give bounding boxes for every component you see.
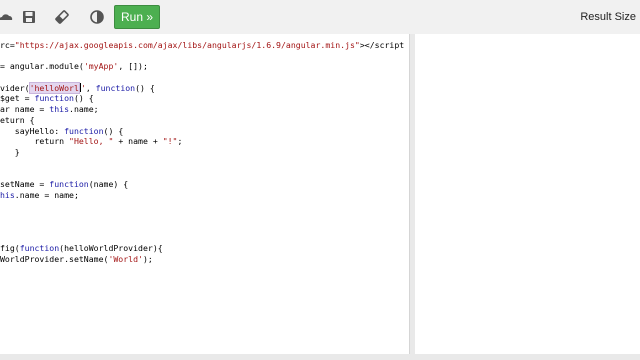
code-token: () { xyxy=(103,125,124,136)
code-line[interactable] xyxy=(0,51,404,62)
code-token: ); xyxy=(142,253,153,264)
code-token: (helloWorldProvider){ xyxy=(59,243,163,254)
eraser-icon[interactable] xyxy=(54,9,70,25)
code-token: return xyxy=(0,136,70,147)
code-token: 'myApp' xyxy=(83,61,119,72)
code-token: "!" xyxy=(162,136,178,147)
code-token: eturn { xyxy=(0,114,35,125)
code-line[interactable]: return "Hello, " + name + "!"; xyxy=(0,136,404,147)
code-token: () { xyxy=(73,93,94,104)
code-line[interactable]: WorldProvider.setName('World'); xyxy=(0,254,404,265)
code-token: .name; xyxy=(69,104,99,115)
code-token: fig( xyxy=(0,243,20,254)
code-editor[interactable]: rc="https://ajax.googleapis.com/ajax/lib… xyxy=(0,34,410,354)
code-line[interactable]: fig(function(helloWorldProvider){ xyxy=(0,243,404,254)
code-token: "https://ajax.googleapis.com/ajax/libs/a… xyxy=(14,40,360,50)
code-line[interactable]: setName = function(name) { xyxy=(0,179,404,190)
code-token: sayHello: xyxy=(0,125,65,136)
code-token: = angular.module( xyxy=(0,61,84,72)
code-token: $get = xyxy=(0,93,35,104)
code-token: setName = xyxy=(0,178,50,189)
code-token: () { xyxy=(135,82,155,93)
code-token: , xyxy=(85,82,96,93)
code-line[interactable] xyxy=(0,72,404,83)
code-line[interactable]: } xyxy=(0,147,404,158)
code-line[interactable]: eturn { xyxy=(0,115,404,126)
code-content[interactable]: rc="https://ajax.googleapis.com/ajax/lib… xyxy=(0,40,404,264)
code-line[interactable] xyxy=(0,211,404,222)
code-line[interactable] xyxy=(0,158,404,169)
code-line[interactable] xyxy=(0,168,404,179)
code-token: (name) { xyxy=(88,178,129,189)
code-token: "Hello, " xyxy=(69,136,114,147)
code-token: WorldProvider.setName( xyxy=(0,253,109,264)
code-line[interactable]: rc="https://ajax.googleapis.com/ajax/lib… xyxy=(0,40,404,51)
code-token: rc= xyxy=(0,40,15,50)
code-token: function xyxy=(95,82,136,93)
code-token: ; xyxy=(177,136,183,147)
code-line[interactable]: vider('helloWorl ', function() { xyxy=(0,81,404,94)
code-token: vider( xyxy=(0,82,30,93)
code-token: this xyxy=(49,104,70,115)
code-token: ar name = xyxy=(0,104,50,115)
code-token: function xyxy=(49,178,89,189)
code-line[interactable] xyxy=(0,222,404,233)
code-line[interactable]: ar name = this.name; xyxy=(0,104,404,115)
code-line[interactable]: sayHello: function() { xyxy=(0,126,404,137)
toolbar: Run » Result Size xyxy=(0,0,640,34)
result-panel-title: Result Size xyxy=(580,11,636,23)
code-line[interactable] xyxy=(0,232,404,243)
code-line[interactable]: $get = function() { xyxy=(0,93,404,104)
code-line[interactable] xyxy=(0,200,404,211)
code-line[interactable]: = angular.module('myApp', []); xyxy=(0,61,404,72)
code-token: function xyxy=(64,125,104,136)
code-token: function xyxy=(19,243,60,254)
code-token: 'helloWorl xyxy=(28,81,80,94)
run-button[interactable]: Run » xyxy=(114,5,160,29)
code-token: ></script xyxy=(359,40,405,50)
code-line[interactable]: his.name = name; xyxy=(0,190,404,201)
code-token: 'World' xyxy=(108,253,143,264)
code-token: function xyxy=(34,93,74,104)
save-icon[interactable] xyxy=(21,9,37,25)
contrast-icon[interactable] xyxy=(89,9,105,25)
code-token: + name + xyxy=(113,136,163,147)
code-token: .name = name; xyxy=(14,189,79,200)
code-token: } xyxy=(0,146,20,157)
code-token: , []); xyxy=(118,61,148,72)
cloud-icon[interactable] xyxy=(0,9,14,25)
code-token: his xyxy=(0,189,15,200)
result-panel xyxy=(415,34,640,354)
